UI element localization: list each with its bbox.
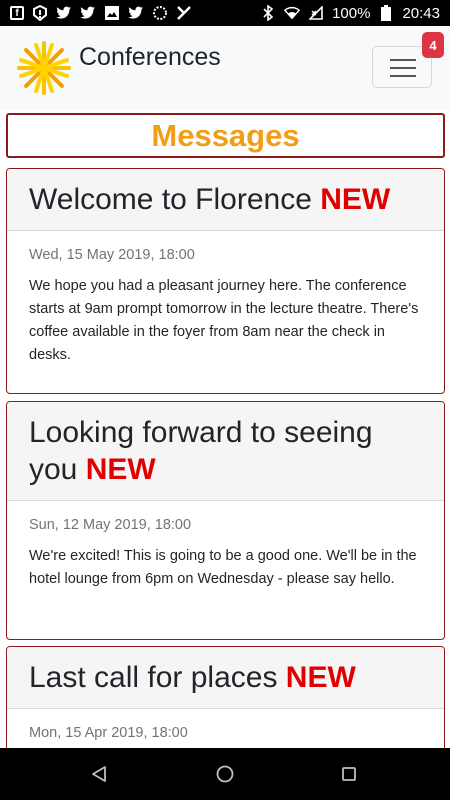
back-icon[interactable] bbox=[91, 766, 107, 782]
messages-heading-box: Messages bbox=[6, 113, 445, 158]
hamburger-icon-line bbox=[390, 75, 416, 77]
app-header: Conferences 4 bbox=[0, 26, 450, 110]
hamburger-icon-line bbox=[390, 67, 416, 69]
notification-badge[interactable]: 4 bbox=[422, 32, 444, 58]
message-title-text: Last call for places bbox=[29, 661, 278, 694]
alert-icon bbox=[32, 5, 48, 21]
conferences-logo[interactable] bbox=[16, 40, 72, 96]
message-title: Looking forward to seeing you NEW bbox=[7, 402, 444, 501]
twitter-icon bbox=[56, 5, 72, 21]
twitter-icon bbox=[128, 5, 144, 21]
message-title: Welcome to Florence NEW bbox=[7, 169, 444, 231]
system-icons: 100% 20:43 bbox=[260, 5, 440, 22]
wifi-icon bbox=[284, 5, 301, 21]
clock: 20:43 bbox=[402, 4, 440, 22]
message-card[interactable]: Looking forward to seeing you NEW Sun, 1… bbox=[6, 401, 445, 640]
hamburger-icon bbox=[390, 59, 416, 61]
new-tag: NEW bbox=[285, 661, 356, 694]
app-title[interactable]: Conferences bbox=[79, 43, 221, 72]
new-tag: NEW bbox=[85, 453, 156, 486]
message-body: Sun, 12 May 2019, 18:00 We're excited! T… bbox=[7, 501, 444, 603]
image-icon bbox=[104, 5, 120, 21]
page-title: Messages bbox=[151, 117, 300, 153]
sync-icon bbox=[152, 5, 168, 21]
battery-percent: 100% bbox=[332, 4, 371, 22]
message-text: We hope you had a pleasant journey here.… bbox=[29, 278, 419, 363]
bluetooth-icon bbox=[260, 5, 276, 21]
twitter-icon bbox=[80, 5, 96, 21]
message-date: Mon, 15 Apr 2019, 18:00 bbox=[29, 725, 188, 741]
new-tag: NEW bbox=[320, 183, 391, 216]
vpn-icon bbox=[176, 5, 192, 21]
home-icon[interactable] bbox=[216, 765, 234, 783]
facebook-icon: f bbox=[10, 6, 24, 20]
battery-icon bbox=[378, 5, 394, 21]
message-title-text: Welcome to Florence bbox=[29, 183, 312, 216]
message-date: Wed, 15 May 2019, 18:00 bbox=[29, 247, 195, 263]
message-date: Sun, 12 May 2019, 18:00 bbox=[29, 517, 192, 533]
message-text: We're excited! This is going to be a goo… bbox=[29, 548, 417, 587]
system-nav-bar bbox=[0, 748, 450, 800]
message-card[interactable]: Welcome to Florence NEW Wed, 15 May 2019… bbox=[6, 168, 445, 394]
signal-icon bbox=[308, 5, 324, 21]
notification-icons: f bbox=[10, 5, 192, 21]
message-title-text: Looking forward to seeing you bbox=[29, 416, 373, 486]
message-title: Last call for places NEW bbox=[7, 647, 444, 709]
recents-icon[interactable] bbox=[342, 767, 356, 781]
status-bar: f 100% 20:43 bbox=[0, 0, 450, 26]
message-body: Wed, 15 May 2019, 18:00 We hope you had … bbox=[7, 231, 444, 379]
